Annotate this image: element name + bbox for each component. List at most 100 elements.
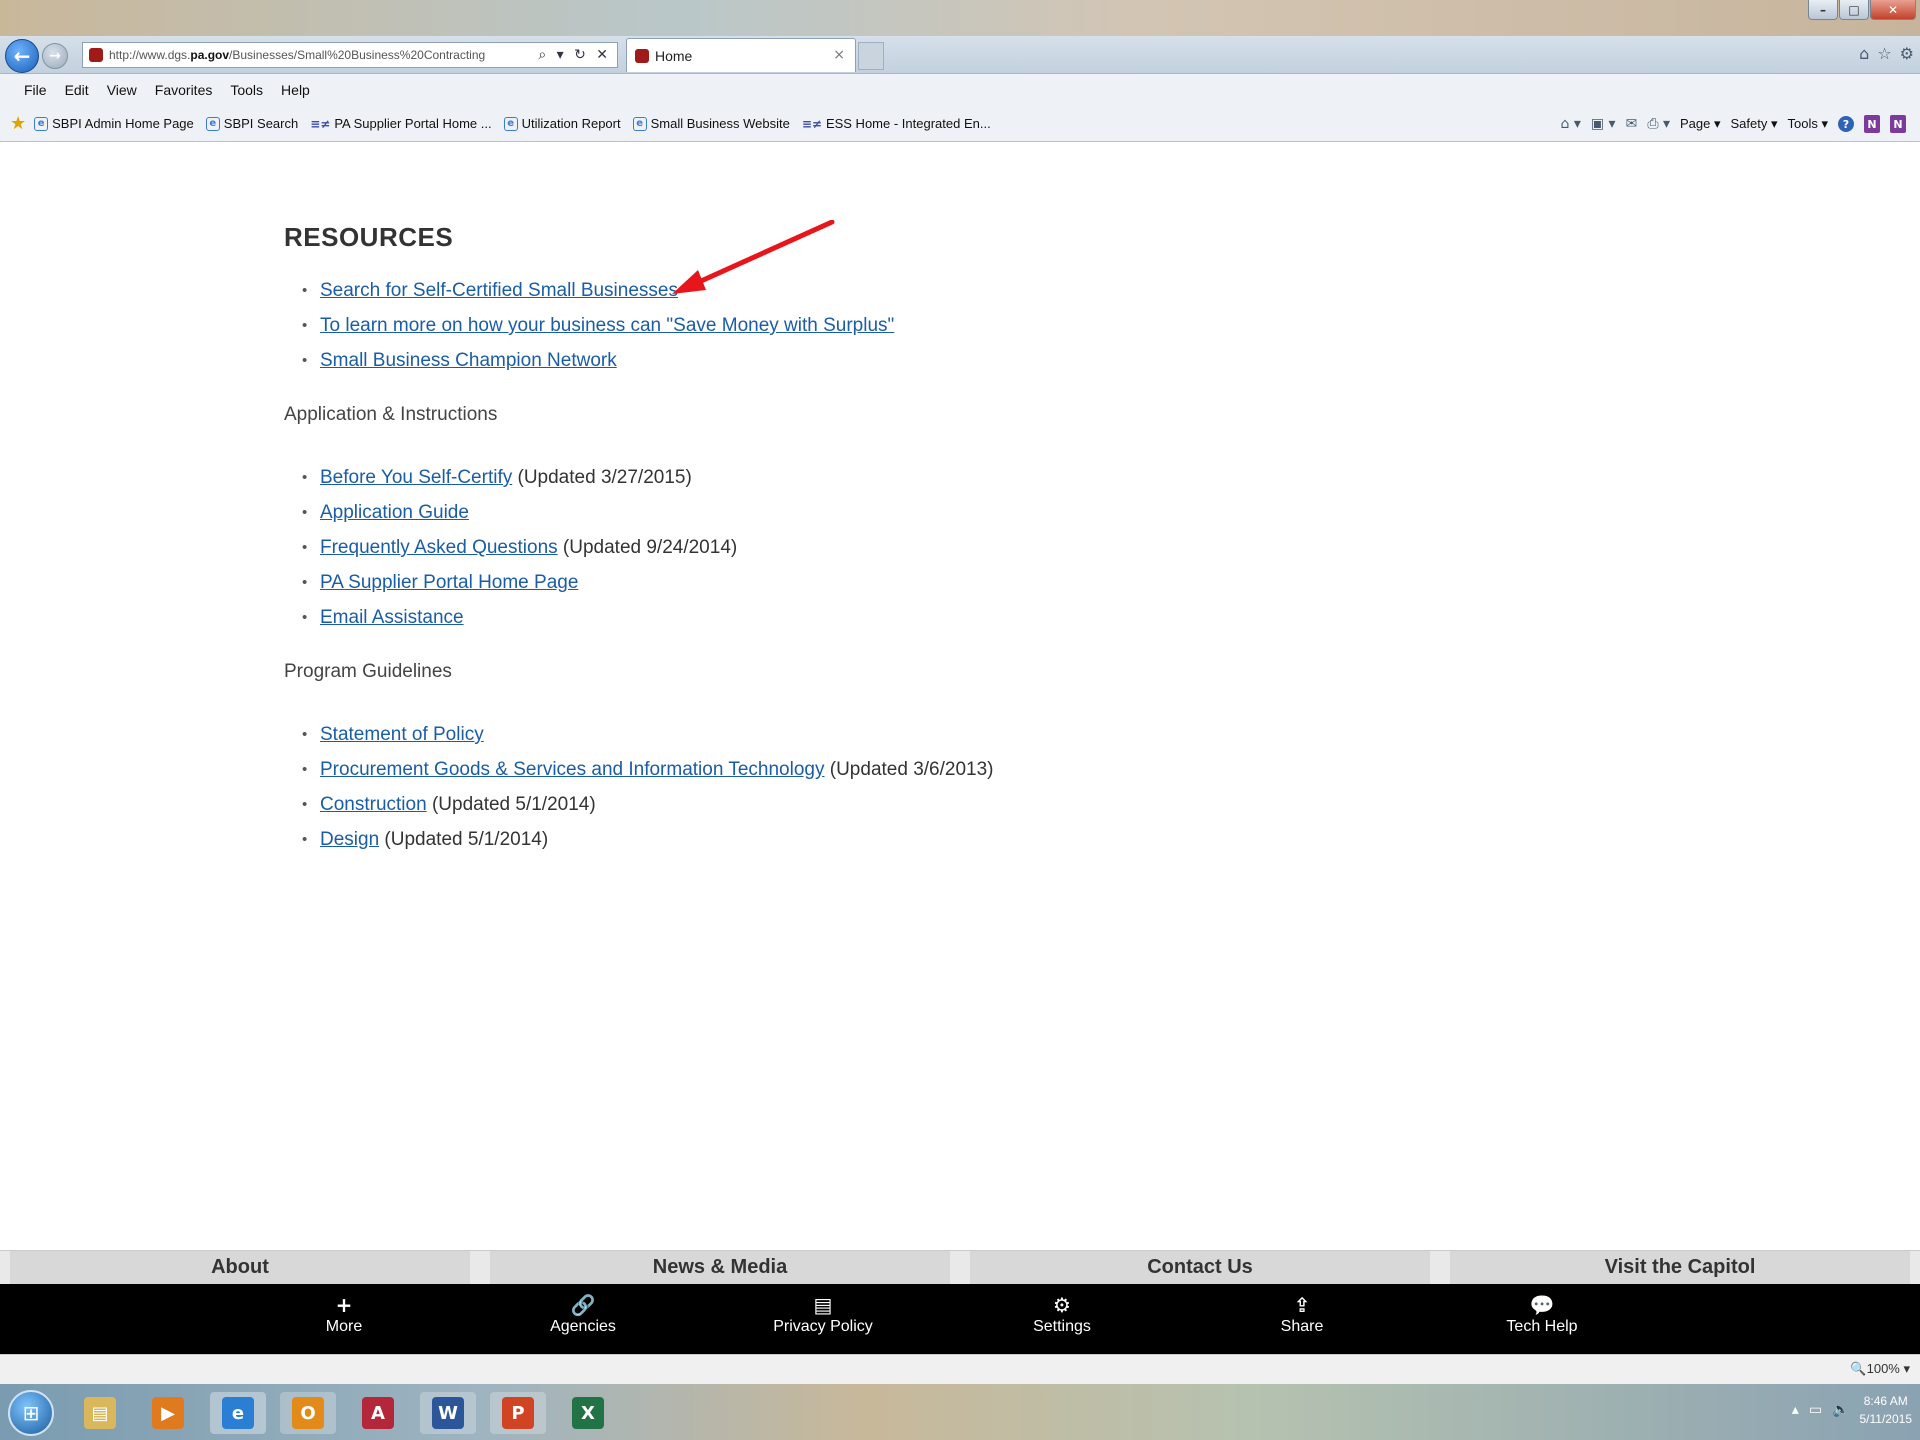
red-annotation-arrow-icon bbox=[672, 220, 835, 294]
network-icon[interactable]: ▭ bbox=[1809, 1402, 1822, 1418]
feeds-icon[interactable]: ▣ ▾ bbox=[1591, 116, 1616, 132]
favorite-sbpi-admin[interactable]: e SBPI Admin Home Page bbox=[34, 116, 194, 131]
windows-taskbar: ⊞ ▤ ▶ e O A W P X ▴ ▭ 🔈 8:46 AM 5/11/201… bbox=[0, 1384, 1920, 1440]
taskbar-explorer[interactable]: ▤ bbox=[72, 1392, 128, 1434]
ie-page-icon: e bbox=[34, 116, 49, 131]
updated-note: (Updated 3/6/2013) bbox=[824, 759, 994, 780]
link-save-money-surplus[interactable]: To learn more on how your business can "… bbox=[320, 315, 894, 336]
maximize-button[interactable]: □ bbox=[1839, 0, 1869, 20]
link-faq[interactable]: Frequently Asked Questions bbox=[320, 537, 558, 558]
esp-logo-icon: ≡≠ bbox=[801, 116, 822, 131]
tray-expand-icon[interactable]: ▴ bbox=[1792, 1402, 1799, 1418]
footer-tech-help-button[interactable]: 💬 Tech Help bbox=[1462, 1292, 1622, 1336]
taskbar-media-player[interactable]: ▶ bbox=[140, 1392, 196, 1434]
taskbar-powerpoint[interactable]: P bbox=[490, 1392, 546, 1434]
updated-note: (Updated 3/27/2015) bbox=[512, 467, 692, 488]
menu-edit[interactable]: Edit bbox=[65, 82, 89, 98]
favorite-utilization-report[interactable]: e Utilization Report bbox=[503, 116, 621, 131]
onenote-linked-icon[interactable]: N bbox=[1890, 115, 1906, 133]
favorite-sbpi-search[interactable]: e SBPI Search bbox=[205, 116, 298, 131]
footer-agencies-button[interactable]: 🔗 Agencies bbox=[503, 1292, 663, 1336]
gear-icon[interactable]: ⚙ bbox=[1900, 44, 1914, 63]
menu-tools[interactable]: Tools bbox=[230, 82, 263, 98]
menu-view[interactable]: View bbox=[107, 82, 137, 98]
help-icon[interactable]: ? bbox=[1838, 116, 1854, 132]
clock-date: 5/11/2015 bbox=[1859, 1412, 1913, 1426]
taskbar-outlook[interactable]: O bbox=[280, 1392, 336, 1434]
link-email-assistance[interactable]: Email Assistance bbox=[320, 607, 464, 628]
forward-button[interactable]: → bbox=[42, 43, 68, 69]
favorites-bar: ★ e SBPI Admin Home Page e SBPI Search ≡≠ P… bbox=[0, 106, 1920, 142]
list-item: Statement of Policy bbox=[284, 717, 1484, 752]
close-window-button[interactable]: ✕ bbox=[1870, 0, 1916, 20]
footer-tab-news-media[interactable]: News & Media bbox=[490, 1251, 950, 1284]
favorite-supplier-portal[interactable]: ≡≠ PA Supplier Portal Home ... bbox=[310, 116, 491, 131]
favorite-ess-home[interactable]: ≡≠ ESS Home - Integrated En... bbox=[802, 116, 991, 131]
address-tools[interactable]: ⌕ ▾ ↻ ✕ bbox=[532, 47, 617, 63]
footer-tab-contact-us[interactable]: Contact Us bbox=[970, 1251, 1430, 1284]
print-icon[interactable]: ⎙ ▾ bbox=[1647, 116, 1670, 132]
tools-menu[interactable]: Tools ▾ bbox=[1788, 116, 1829, 132]
link-before-you-self-certify[interactable]: Before You Self-Certify bbox=[320, 467, 512, 488]
guidelines-list: Statement of Policy Procurement Goods & … bbox=[284, 717, 1484, 857]
footer-privacy-button[interactable]: ▤ Privacy Policy bbox=[743, 1292, 903, 1336]
footer-tab-visit-capitol[interactable]: Visit the Capitol bbox=[1450, 1251, 1910, 1284]
powerpoint-icon: P bbox=[502, 1397, 534, 1429]
outlook-icon: O bbox=[292, 1397, 324, 1429]
mail-icon[interactable]: ✉ bbox=[1626, 116, 1638, 132]
address-bar[interactable]: http://www.dgs.pa.gov/Businesses/Small%2… bbox=[82, 42, 618, 68]
excel-icon: X bbox=[572, 1397, 604, 1429]
document-icon: ▤ bbox=[813, 1293, 833, 1317]
updated-note: (Updated 5/1/2014) bbox=[426, 794, 596, 815]
home-icon[interactable]: ⌂ bbox=[1859, 44, 1869, 63]
address-url[interactable]: http://www.dgs.pa.gov/Businesses/Small%2… bbox=[109, 48, 532, 62]
link-procurement-goods[interactable]: Procurement Goods & Services and Informa… bbox=[320, 759, 824, 780]
navigation-bar: ← → http://www.dgs.pa.gov/Businesses/Sma… bbox=[0, 36, 1920, 74]
new-tab-button[interactable] bbox=[858, 42, 884, 70]
system-clock[interactable]: 8:46 AM 5/11/2015 bbox=[1860, 1392, 1913, 1428]
footer-tab-about[interactable]: About bbox=[10, 1251, 470, 1284]
tab-favicon-icon bbox=[635, 48, 649, 63]
link-application-guide[interactable]: Application Guide bbox=[320, 502, 469, 523]
footer-more-button[interactable]: + More bbox=[264, 1292, 424, 1336]
favorite-small-business-website[interactable]: e Small Business Website bbox=[632, 116, 790, 131]
list-item: PA Supplier Portal Home Page bbox=[284, 565, 1484, 600]
menu-file[interactable]: File bbox=[24, 82, 47, 98]
link-statement-of-policy[interactable]: Statement of Policy bbox=[320, 724, 484, 745]
footer-share-button[interactable]: ⇪ Share bbox=[1222, 1292, 1382, 1336]
link-supplier-portal[interactable]: PA Supplier Portal Home Page bbox=[320, 572, 578, 593]
footer-settings-button[interactable]: ⚙ Settings bbox=[982, 1292, 1142, 1336]
start-button[interactable]: ⊞ bbox=[8, 1390, 54, 1436]
menu-help[interactable]: Help bbox=[281, 82, 310, 98]
system-tray: ▴ ▭ 🔈 8:46 AM 5/11/2015 bbox=[1792, 1392, 1912, 1428]
minimize-button[interactable]: – bbox=[1808, 0, 1838, 20]
page-content: RESOURCES Search for Self-Certified Smal… bbox=[284, 222, 1484, 857]
ie-page-icon: e bbox=[503, 116, 518, 131]
back-arrow-icon: ← bbox=[13, 44, 31, 68]
chat-bubble-icon: 💬 bbox=[1529, 1293, 1555, 1317]
page-menu[interactable]: Page ▾ bbox=[1680, 116, 1721, 132]
tab-home[interactable]: Home × bbox=[626, 38, 856, 72]
footer-tabs: About News & Media Contact Us Visit the … bbox=[0, 1250, 1920, 1284]
home-page-icon[interactable]: ⌂ ▾ bbox=[1560, 116, 1580, 132]
onenote-icon[interactable]: N bbox=[1864, 115, 1880, 133]
command-bar: ⌂ ▾ ▣ ▾ ✉ ⎙ ▾ Page ▾ Safety ▾ Tools ▾ ? … bbox=[1560, 106, 1906, 142]
favorites-star-icon[interactable]: ★ bbox=[10, 113, 26, 134]
link-champion-network[interactable]: Small Business Champion Network bbox=[320, 350, 617, 371]
volume-icon[interactable]: 🔈 bbox=[1832, 1402, 1849, 1418]
back-button[interactable]: ← bbox=[5, 39, 39, 73]
link-design[interactable]: Design bbox=[320, 829, 379, 850]
list-item: Design (Updated 5/1/2014) bbox=[284, 822, 1484, 857]
menu-favorites[interactable]: Favorites bbox=[155, 82, 213, 98]
taskbar-access[interactable]: A bbox=[350, 1392, 406, 1434]
taskbar-internet-explorer[interactable]: e bbox=[210, 1392, 266, 1434]
taskbar-word[interactable]: W bbox=[420, 1392, 476, 1434]
window-title-bar: – □ ✕ bbox=[0, 0, 1920, 36]
favorites-star-icon[interactable]: ☆ bbox=[1877, 44, 1891, 63]
safety-menu[interactable]: Safety ▾ bbox=[1731, 116, 1778, 132]
link-search-self-certified[interactable]: Search for Self-Certified Small Business… bbox=[320, 280, 678, 301]
zoom-control[interactable]: 🔍100% ▾ bbox=[1850, 1361, 1910, 1377]
taskbar-excel[interactable]: X bbox=[560, 1392, 616, 1434]
tab-close-icon[interactable]: × bbox=[833, 47, 845, 63]
link-construction[interactable]: Construction bbox=[320, 794, 427, 815]
